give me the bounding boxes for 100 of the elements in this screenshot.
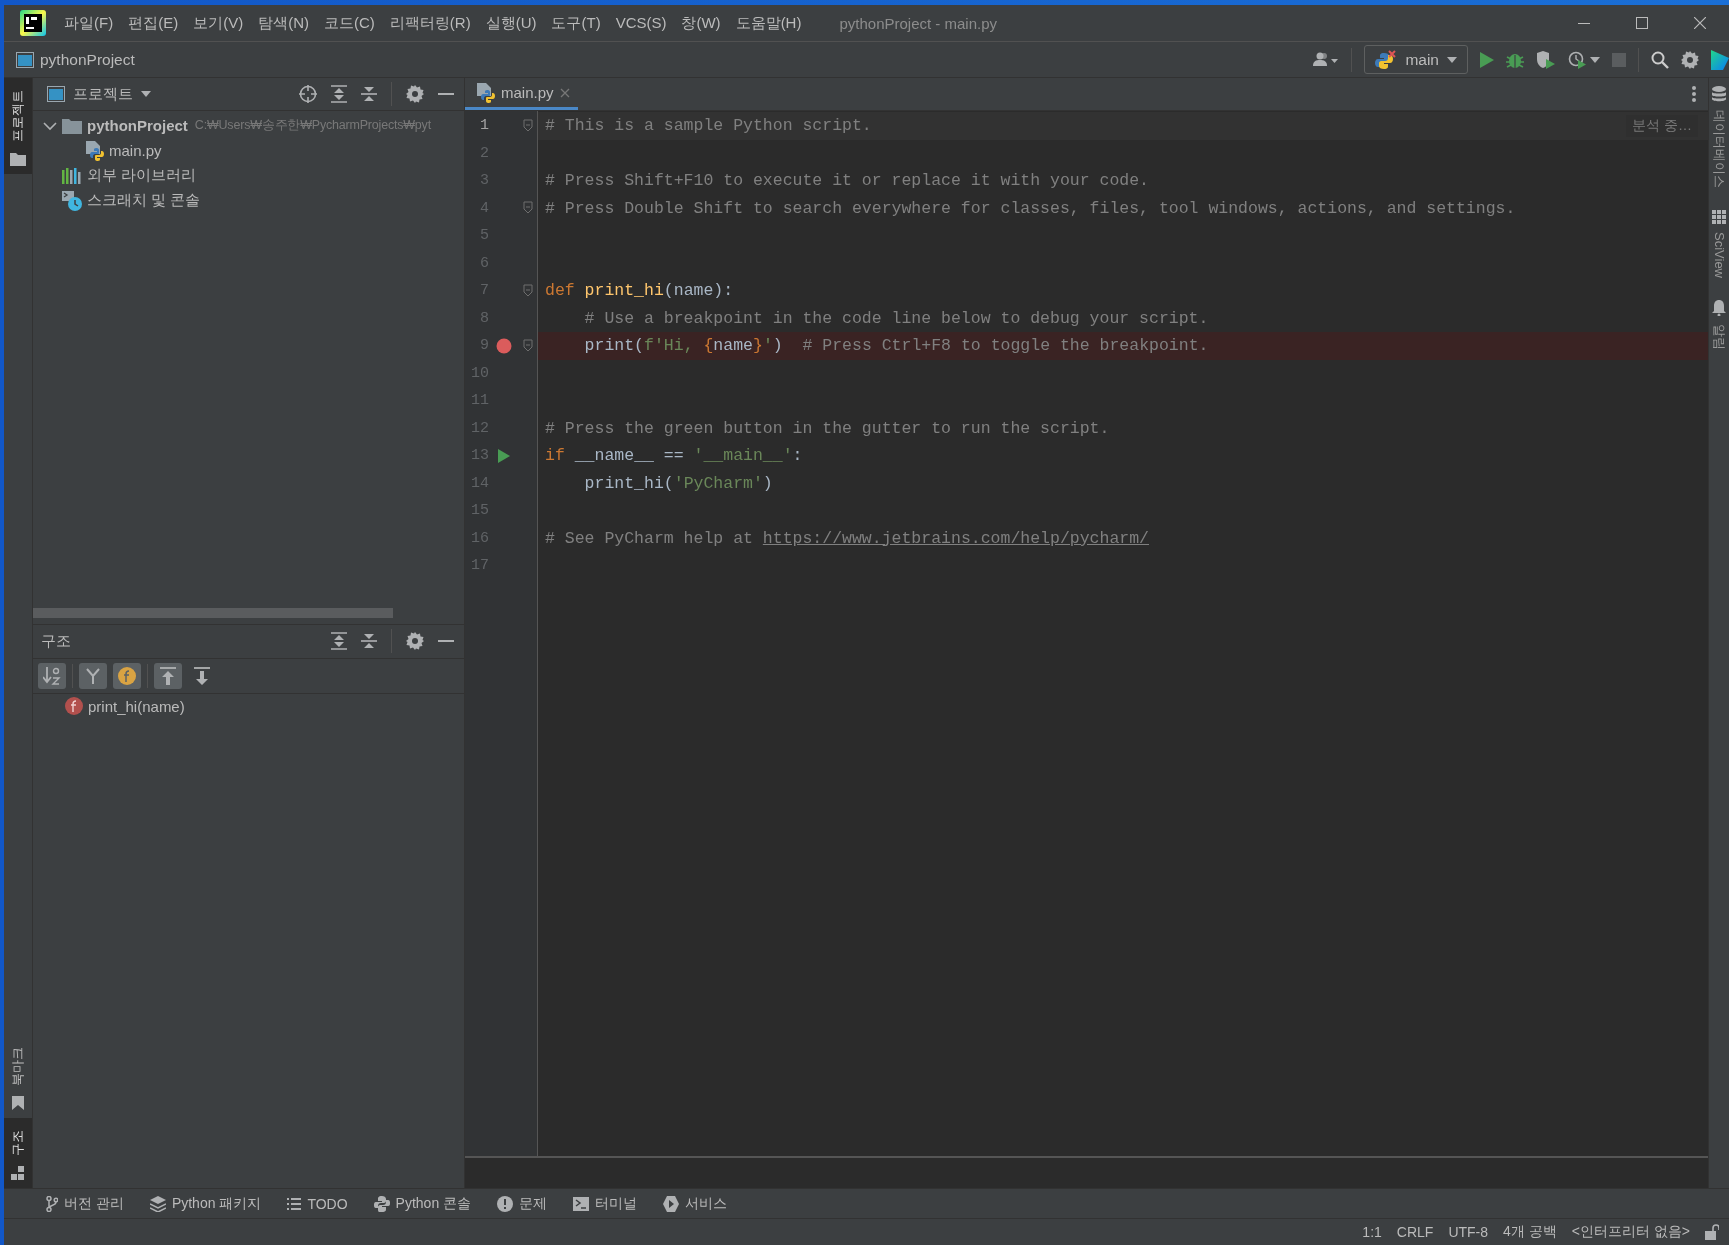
code-line: if __name__ == '__main__':: [544, 445, 804, 467]
tool-tab[interactable]: Python 콘솔: [373, 1194, 472, 1213]
side-tab-label: 프로젝트: [9, 89, 26, 144]
caret-icon: [1447, 56, 1457, 63]
chevron-icon[interactable]: [43, 120, 57, 131]
menu-item[interactable]: VCS(S): [615, 13, 667, 33]
tree-item[interactable]: print_hi(name): [88, 697, 185, 715]
side-tab-label[interactable]: 알림: [1710, 320, 1728, 354]
terminal-icon: [573, 1196, 590, 1211]
settings-icon[interactable]: [406, 85, 424, 103]
code-line: # See PyCharm help at https://www.jetbrains.com/help/pycharm/: [544, 527, 1150, 550]
bell-icon[interactable]: [1712, 300, 1726, 316]
side-tab-label[interactable]: SciView: [1710, 228, 1728, 282]
breakpoint-icon[interactable]: [496, 337, 512, 354]
coverage-icon[interactable]: [1536, 50, 1556, 69]
folder-icon: [10, 152, 26, 166]
code-line: # Press Double Shift to search everywhere for classes, files, tool windows, actions, and settings.: [544, 197, 1517, 220]
breadcrumb-item[interactable]: pythonProject: [40, 50, 135, 69]
menu-item[interactable]: 편집(E): [128, 13, 179, 33]
menu-item[interactable]: 파일(F): [64, 13, 114, 33]
status-item[interactable]: 4개 공백: [1503, 1223, 1557, 1241]
library-icon: [62, 167, 82, 184]
function-icon: [118, 666, 136, 685]
window-title: pythonProject - main.py: [839, 14, 998, 32]
toggle-button[interactable]: [38, 662, 66, 689]
menu-item[interactable]: 탐색(N): [258, 13, 309, 33]
fold-icon[interactable]: [523, 338, 533, 353]
tool-tab[interactable]: TODO: [287, 1195, 348, 1212]
collapse-all-icon[interactable]: [361, 85, 377, 103]
run-icon[interactable]: [1480, 51, 1494, 68]
panel-title: 구조: [41, 631, 71, 651]
scrollbar-thumb[interactable]: [33, 607, 393, 618]
panel-title[interactable]: 프로젝트: [73, 84, 133, 104]
database-icon[interactable]: [1712, 86, 1726, 102]
folder-icon: [62, 117, 82, 134]
fold-icon[interactable]: [523, 283, 533, 298]
python-icon: [373, 1195, 390, 1212]
grid-icon[interactable]: [1712, 210, 1726, 224]
caret-icon[interactable]: [141, 91, 151, 97]
status-item[interactable]: UTF-8: [1448, 1224, 1489, 1240]
tree-item[interactable]: pythonProject: [87, 117, 188, 134]
tree-item[interactable]: main.py: [109, 142, 162, 159]
minimize-icon[interactable]: [438, 92, 454, 96]
status-item[interactable]: <인터프리터 없음>: [1571, 1223, 1690, 1241]
code-line: def print_hi(name):: [544, 280, 735, 302]
tool-tab[interactable]: 버전 관리: [46, 1194, 124, 1213]
exclamation-icon: [497, 1195, 514, 1212]
lock-icon[interactable]: [1705, 1224, 1719, 1240]
code-line: # Use a breakpoint in the code line below to debug your script.: [583, 307, 1210, 330]
logo-icon[interactable]: [1711, 49, 1729, 70]
menu-item[interactable]: 도움말(H): [735, 13, 802, 33]
branch-icon: [46, 1195, 58, 1212]
locate-icon[interactable]: [299, 85, 317, 103]
file-path: C:₩Users₩송주한₩PycharmProjects₩pyt: [194, 117, 431, 134]
status-item[interactable]: CRLF: [1396, 1224, 1434, 1240]
settings-icon[interactable]: [1681, 50, 1699, 69]
tool-tab[interactable]: 터미널: [573, 1194, 638, 1213]
menu-item[interactable]: 도구(T): [551, 13, 601, 33]
run-icon[interactable]: [498, 448, 510, 463]
toggle-button[interactable]: [79, 662, 107, 689]
arrow-up-icon: [160, 666, 176, 685]
close-icon[interactable]: [1694, 17, 1706, 29]
fork-icon: [85, 667, 101, 684]
side-tab-label: 북마크: [9, 1046, 26, 1088]
toggle-button[interactable]: [113, 662, 141, 689]
play-icon: [663, 1195, 680, 1212]
menu-item[interactable]: 창(W): [681, 13, 721, 33]
side-tab-label[interactable]: 데이터베이스: [1710, 106, 1728, 192]
code-line: print_hi('PyCharm'): [583, 472, 774, 495]
tool-tab[interactable]: Python 패키지: [149, 1194, 262, 1213]
menu-item[interactable]: 코드(C): [324, 13, 375, 33]
status-item[interactable]: 1:1: [1362, 1224, 1382, 1240]
menu-item[interactable]: 보기(V): [193, 13, 244, 33]
run-config-dropdown[interactable]: main: [1364, 45, 1468, 74]
side-tab-label: 구조: [9, 1129, 26, 1158]
more-icon[interactable]: [1692, 86, 1696, 102]
minimize-icon[interactable]: [438, 639, 454, 643]
tree-item[interactable]: 스크래치 및 콘솔: [87, 191, 201, 210]
expand-all-icon[interactable]: [331, 85, 347, 103]
search-icon[interactable]: [1651, 50, 1669, 69]
code-line: # Press Shift+F10 to execute it or replace it with your code.: [544, 170, 1150, 192]
project-icon: [47, 86, 65, 102]
toggle-button[interactable]: [154, 662, 182, 689]
profile-icon[interactable]: [1568, 50, 1600, 69]
tool-tab[interactable]: 서비스: [663, 1194, 728, 1213]
link[interactable]: https://www.jetbrains.com/help/pycharm/: [762, 528, 1149, 548]
menu-item[interactable]: 실행(U): [485, 13, 537, 33]
maximize-icon[interactable]: [1636, 17, 1648, 29]
settings-icon[interactable]: [406, 632, 424, 650]
expand-all-icon[interactable]: [331, 632, 347, 650]
menu-item[interactable]: 리팩터링(R): [389, 13, 471, 33]
tool-tab[interactable]: 문제: [497, 1194, 548, 1213]
tree-item[interactable]: 외부 라이브러리: [87, 166, 197, 185]
collapse-all-icon[interactable]: [361, 632, 377, 650]
fold-icon[interactable]: [523, 118, 533, 133]
user-icon[interactable]: [1313, 51, 1340, 68]
fold-icon[interactable]: [523, 201, 533, 216]
layers-icon: [149, 1195, 166, 1212]
sort-icon: [43, 666, 61, 685]
app-logo-icon: [20, 10, 46, 36]
